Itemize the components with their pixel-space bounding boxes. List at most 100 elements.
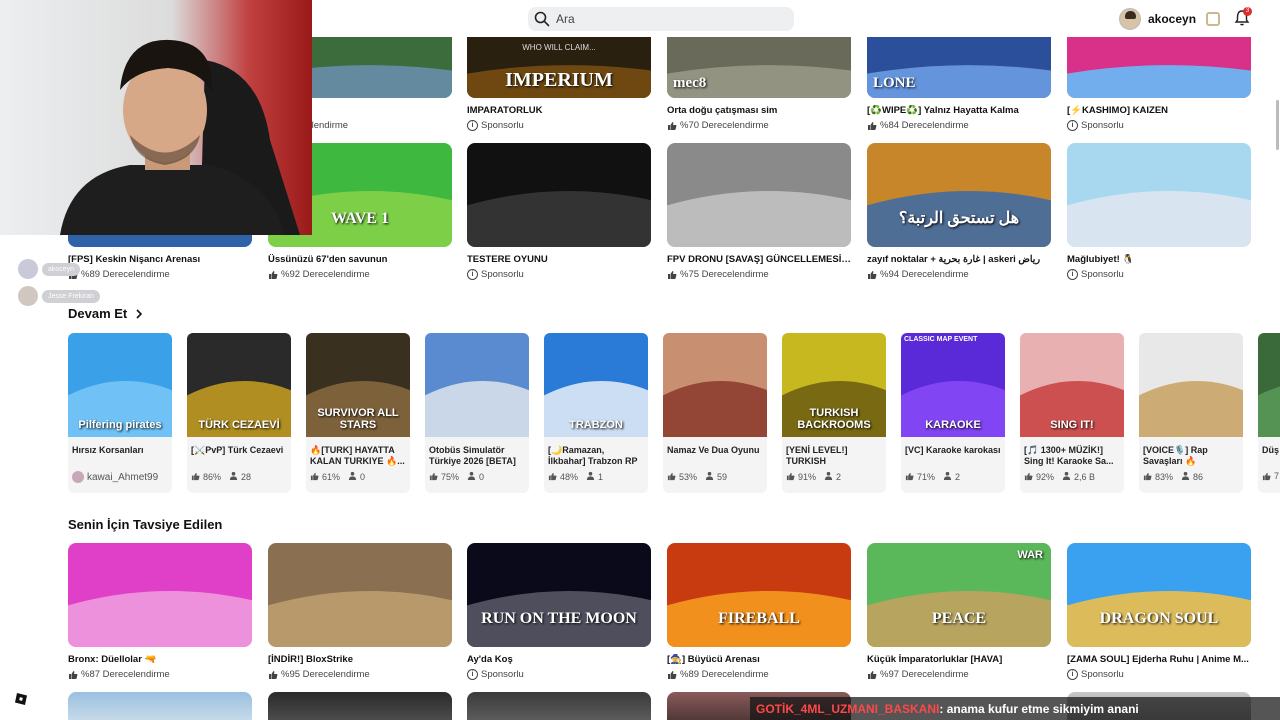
game-card[interactable]: DRAGON SOUL [ZAMA SOUL] Ejderha Ruhu | An… xyxy=(1067,543,1251,680)
game-thumbnail[interactable]: SING IT! xyxy=(1020,333,1124,437)
user-profile[interactable]: akoceyn xyxy=(1119,7,1221,31)
continue-game-card[interactable]: TURKISH BACKROOMS [YENİ LEVEL!] TURKISH B… xyxy=(782,333,886,493)
game-card[interactable]: FIREBALL [🧙] Büyücü Arenası %89 Derecelend… xyxy=(667,543,851,680)
game-thumbnail[interactable] xyxy=(425,333,529,437)
username[interactable]: akoceyn xyxy=(1148,12,1196,26)
game-card[interactable]: هل تستحق الرتبة؟ zayıf noktalar + غارة بح… xyxy=(867,143,1051,280)
game-card[interactable]: RUN ON THE MOON Ay'da Koş i Sponsorlu xyxy=(467,543,651,680)
game-title[interactable]: TESTERE OYUNU xyxy=(467,254,651,265)
game-card[interactable]: mec8 Orta doğu çatışması sim %70 Derecelen… xyxy=(667,37,851,131)
game-thumbnail[interactable] xyxy=(268,543,452,647)
game-thumbnail[interactable]: هل تستحق الرتبة؟ xyxy=(867,143,1051,247)
info-icon[interactable]: i xyxy=(467,120,478,131)
game-title[interactable]: [🧙] Büyücü Arenası xyxy=(667,654,851,665)
game-title[interactable]: Hırsız Korsanları xyxy=(68,437,172,467)
game-card[interactable]: IMPERIUM WHO WILL CLAIM... IMPARATORLUK i Sp… xyxy=(467,37,651,131)
info-icon[interactable]: i xyxy=(467,269,478,280)
game-thumbnail[interactable] xyxy=(1258,333,1280,437)
game-thumbnail[interactable] xyxy=(467,143,651,247)
game-thumbnail[interactable]: DRAGON SOUL xyxy=(1067,543,1251,647)
game-thumbnail[interactable]: TURKISH BACKROOMS xyxy=(782,333,886,437)
creator-name[interactable]: kawai_Ahmet99 xyxy=(87,472,158,483)
game-title[interactable]: [FPS] Keskin Nişancı Arenası xyxy=(68,254,252,265)
game-title[interactable]: [VOICE🎙️] Rap Savaşları 🔥 xyxy=(1139,437,1243,467)
game-thumbnail[interactable] xyxy=(1139,333,1243,437)
game-title[interactable]: zayıf noktalar + غارة بحرية | askeri ريا… xyxy=(867,254,1051,265)
game-thumbnail[interactable]: Pilfering pirates xyxy=(68,333,172,437)
game-title[interactable]: 🔥[TURK] HAYATTA KALAN TURKIYE 🔥... xyxy=(306,437,410,467)
game-title[interactable]: Mağlubiyet! 🐧 xyxy=(1067,254,1251,265)
game-thumbnail[interactable]: FIREBALL xyxy=(667,543,851,647)
players-icon xyxy=(229,471,238,480)
game-thumbnail[interactable] xyxy=(68,543,252,647)
scrollbar[interactable] xyxy=(1276,100,1279,150)
continue-game-card[interactable]: SING IT! [🎵 1300+ MÜZİK!] Sing It! Karaok… xyxy=(1020,333,1124,493)
continue-game-card[interactable]: KARAOKE CLASSIC MAP EVENT [VC] Karaoke kar… xyxy=(901,333,1005,493)
game-title[interactable]: [🎵 1300+ MÜZİK!] Sing It! Karaoke Sa... xyxy=(1020,437,1124,467)
game-thumbnail[interactable]: LONE xyxy=(867,37,1051,98)
continue-game-card[interactable]: Düş [PH... 7 xyxy=(1258,333,1280,493)
search-input[interactable] xyxy=(556,12,756,26)
game-card[interactable]: LONE [♻️WIPE♻️] Yalnız Hayatta Kalma %84 D… xyxy=(867,37,1051,131)
game-card[interactable]: TESTERE OYUNU i Sponsorlu xyxy=(467,143,651,280)
continue-game-card[interactable]: Namaz Ve Dua Oyunu 53% 59 xyxy=(663,333,767,493)
game-title[interactable]: Küçük İmparatorluklar [HAVA] xyxy=(867,654,1051,665)
continue-game-card[interactable]: Pilfering pirates Hırsız Korsanları kawai_… xyxy=(68,333,172,493)
game-title[interactable]: [İNDİR!] BloxStrike xyxy=(268,654,452,665)
game-card[interactable]: Bronx: Düellolar 🔫 %87 Derecelendirme xyxy=(68,543,252,680)
game-title[interactable]: [♻️WIPE♻️] Yalnız Hayatta Kalma xyxy=(867,105,1051,116)
info-icon[interactable]: i xyxy=(1067,269,1078,280)
game-thumbnail[interactable]: TRABZON xyxy=(544,333,648,437)
robux-icon[interactable] xyxy=(1206,12,1221,26)
game-title[interactable]: Düş [PH... xyxy=(1258,437,1280,467)
game-thumbnail[interactable]: TÜRK CEZAEVİ xyxy=(187,333,291,437)
game-title[interactable]: FPV DRONU [SAVAŞ] GÜNCELLEMESİ🔥 xyxy=(667,254,851,265)
game-title[interactable]: [⚔️PvP] Türk Cezaevi xyxy=(187,437,291,467)
game-thumbnail[interactable] xyxy=(663,333,767,437)
game-thumbnail[interactable] xyxy=(1067,37,1251,98)
game-title[interactable]: [⚡KASHIMO] KAIZEN xyxy=(1067,105,1251,116)
continue-game-card[interactable]: TRABZON [🌙Ramazan, İlkbahar] Trabzon RP 48… xyxy=(544,333,648,493)
game-title[interactable]: [YENİ LEVEL!] TURKISH BACKROO... xyxy=(782,437,886,467)
game-title[interactable]: Ay'da Koş xyxy=(467,654,651,665)
game-card[interactable]: FPV DRONU [SAVAŞ] GÜNCELLEMESİ🔥 %75 Derec… xyxy=(667,143,851,280)
game-card[interactable]: [İNDİR!] BloxStrike %95 Derecelendirme xyxy=(268,543,452,680)
game-thumbnail[interactable] xyxy=(1067,143,1251,247)
game-title[interactable]: [🌙Ramazan, İlkbahar] Trabzon RP xyxy=(544,437,648,467)
game-title[interactable]: IMPARATORLUK xyxy=(467,105,651,116)
continue-section-header[interactable]: Devam Et xyxy=(68,306,145,321)
game-thumbnail[interactable]: KARAOKE CLASSIC MAP EVENT xyxy=(901,333,1005,437)
game-thumbnail[interactable]: PEACE WAR xyxy=(867,543,1051,647)
continue-game-card[interactable]: TÜRK CEZAEVİ [⚔️PvP] Türk Cezaevi 86% 28 xyxy=(187,333,291,493)
game-card[interactable]: Mağlubiyet! 🐧 i Sponsorlu xyxy=(1067,143,1251,280)
game-thumbnail[interactable] xyxy=(467,692,651,720)
game-thumbnail[interactable]: mec8 xyxy=(667,37,851,98)
info-icon[interactable]: i xyxy=(1067,669,1078,680)
avatar[interactable] xyxy=(1119,8,1141,30)
roblox-logo-icon[interactable] xyxy=(14,692,28,706)
continue-game-card[interactable]: SURVIVOR ALL STARS 🔥[TURK] HAYATTA KALAN … xyxy=(306,333,410,493)
search-bar[interactable] xyxy=(528,7,794,31)
game-thumbnail[interactable] xyxy=(268,692,452,720)
game-title[interactable]: Üssünüzü 67'den savunun xyxy=(268,254,452,265)
game-title[interactable]: Orta doğu çatışması sim xyxy=(667,105,851,116)
game-thumbnail[interactable]: IMPERIUM WHO WILL CLAIM... xyxy=(467,37,651,98)
game-title[interactable]: Bronx: Düellolar 🔫 xyxy=(68,654,252,665)
game-thumbnail[interactable]: RUN ON THE MOON xyxy=(467,543,651,647)
game-card[interactable]: PEACE WAR Küçük İmparatorluklar [HAVA] %97 … xyxy=(867,543,1051,680)
game-title[interactable]: Namaz Ve Dua Oyunu xyxy=(663,437,767,467)
chevron-right-icon[interactable] xyxy=(133,308,145,320)
continue-section-title[interactable]: Devam Et xyxy=(68,306,127,321)
game-title[interactable]: [VC] Karaoke karokası xyxy=(901,437,1005,467)
game-title[interactable]: Otobüs Simulatör Türkiye 2026 [BETA] xyxy=(425,437,529,467)
game-card[interactable]: [⚡KASHIMO] KAIZEN i Sponsorlu xyxy=(1067,37,1251,131)
info-icon[interactable]: i xyxy=(1067,120,1078,131)
game-title[interactable]: [ZAMA SOUL] Ejderha Ruhu | Anime M... xyxy=(1067,654,1251,665)
thumbnail-banner-subtext: WHO WILL CLAIM... xyxy=(522,43,596,52)
game-thumbnail[interactable] xyxy=(667,143,851,247)
continue-game-card[interactable]: [VOICE🎙️] Rap Savaşları 🔥 83% 86 xyxy=(1139,333,1243,493)
continue-game-card[interactable]: Otobüs Simulatör Türkiye 2026 [BETA] 75% 0 xyxy=(425,333,529,493)
game-thumbnail[interactable]: SURVIVOR ALL STARS xyxy=(306,333,410,437)
game-thumbnail[interactable] xyxy=(68,692,252,720)
info-icon[interactable]: i xyxy=(467,669,478,680)
